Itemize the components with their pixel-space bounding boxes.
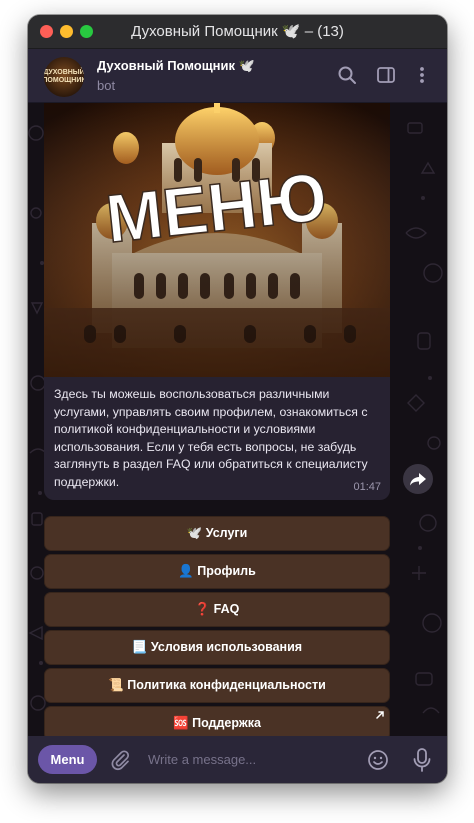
- message-time: 01:47: [353, 481, 381, 493]
- microphone-icon[interactable]: [411, 747, 433, 773]
- keyboard-button-label: 👤 Профиль: [178, 564, 256, 578]
- keyboard-button-label: ❓ FAQ: [194, 602, 240, 616]
- keyboard-button-label: 📜 Политика конфиденциальности: [108, 678, 326, 692]
- avatar-text: ДУХОВНЫЙ ПОМОЩНИК: [44, 69, 84, 84]
- keyboard-button-services[interactable]: 🕊️ Услуги: [44, 516, 390, 551]
- keyboard-button-support[interactable]: 🆘 Поддержка: [44, 706, 390, 736]
- forward-icon: [410, 473, 426, 486]
- message-text: Здесь ты можешь воспользоваться различны…: [54, 387, 368, 489]
- forward-button[interactable]: [403, 464, 433, 494]
- keyboard-button-faq[interactable]: ❓ FAQ: [44, 592, 390, 627]
- menu-photo[interactable]: МЕНЮ: [44, 103, 390, 377]
- chat-status: bot: [97, 78, 116, 93]
- attach-icon[interactable]: [109, 749, 131, 771]
- more-vertical-icon[interactable]: [412, 65, 432, 85]
- window-title: Духовный Помощник 🕊️ – (13): [131, 23, 344, 40]
- keyboard-button-label: 🆘 Поддержка: [173, 716, 261, 730]
- telegram-window: Духовный Помощник 🕊️ – (13) ДУХОВНЫЙ ПОМ…: [28, 15, 447, 783]
- title-bar: Духовный Помощник 🕊️ – (13): [28, 15, 447, 49]
- bot-avatar[interactable]: ДУХОВНЫЙ ПОМОЩНИК: [44, 57, 84, 97]
- keyboard-button-terms[interactable]: 📃 Условия использования: [44, 630, 390, 665]
- keyboard-button-privacy[interactable]: 📜 Политика конфиденциальности: [44, 668, 390, 703]
- message-caption: Здесь ты можешь воспользоваться различны…: [44, 377, 390, 500]
- emoji-icon[interactable]: [366, 748, 390, 772]
- external-link-arrow-icon: [376, 711, 384, 719]
- search-icon[interactable]: [337, 65, 357, 85]
- message-input[interactable]: [143, 746, 373, 773]
- keyboard-button-label: 🕊️ Услуги: [186, 526, 248, 540]
- chat-name: Духовный Помощник 🕊️: [97, 58, 255, 73]
- bot-menu-button[interactable]: Menu: [38, 745, 97, 774]
- sidebar-toggle-icon[interactable]: [376, 65, 396, 85]
- message-area[interactable]: МЕНЮ Здесь ты можешь воспользоваться раз…: [28, 103, 447, 736]
- message-composer: Menu: [28, 736, 447, 783]
- chat-header[interactable]: ДУХОВНЫЙ ПОМОЩНИК Духовный Помощник 🕊️ b…: [28, 49, 447, 103]
- keyboard-button-profile[interactable]: 👤 Профиль: [44, 554, 390, 589]
- keyboard-button-label: 📃 Условия использования: [131, 640, 303, 654]
